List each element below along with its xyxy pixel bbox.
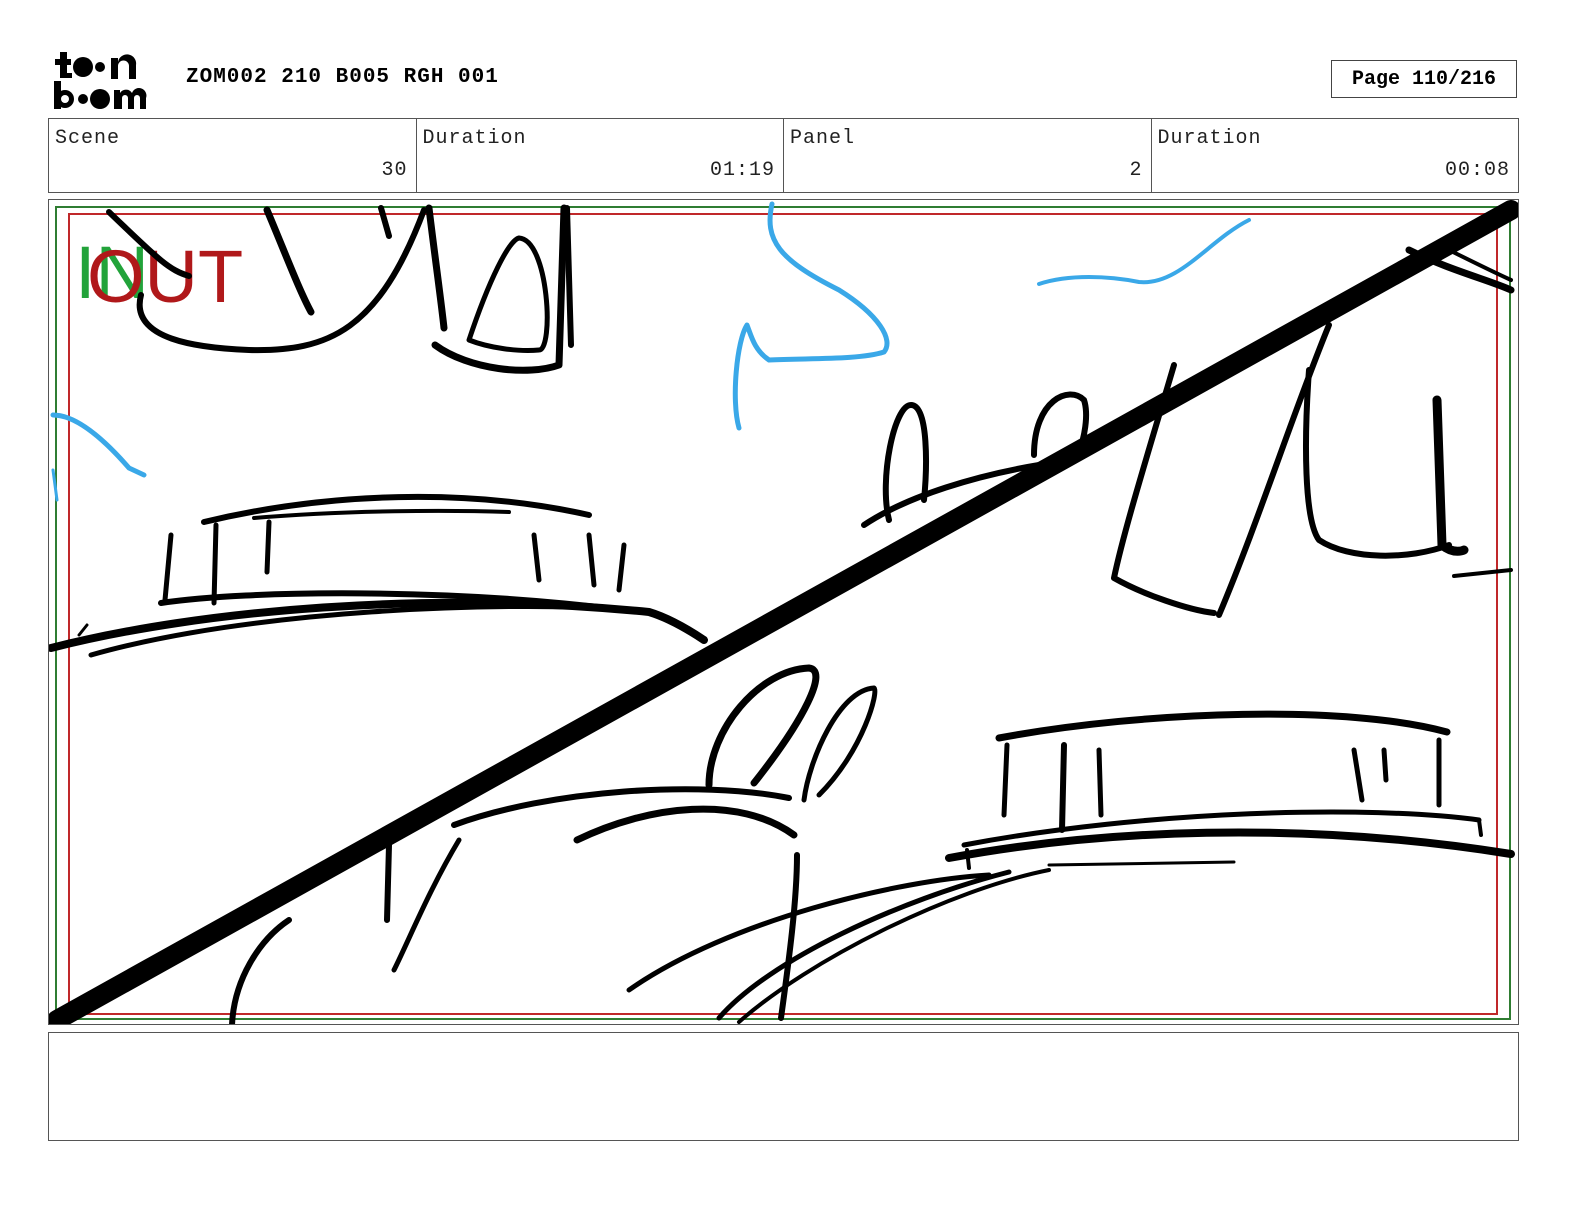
panel-label: Panel	[790, 127, 856, 150]
sketch-stroke	[586, 532, 597, 588]
sketch-stroke	[616, 542, 627, 593]
panel-duration-cell: Duration 00:08	[1152, 119, 1519, 192]
sketch-stroke	[263, 206, 315, 316]
sketch-stroke	[1096, 747, 1104, 818]
sketch-stroke	[77, 623, 89, 637]
sketch-stroke	[264, 519, 272, 575]
sketch-stroke	[945, 828, 1515, 862]
sketch-stroke	[1477, 818, 1483, 837]
sketch-stroke	[252, 508, 511, 520]
sketch-stroke	[384, 842, 392, 923]
sketch-stroke	[88, 603, 642, 658]
sketch-stroke	[1452, 568, 1513, 578]
sketch-stroke	[425, 204, 448, 332]
sketch-stroke	[564, 205, 574, 348]
caption-box	[48, 1032, 1519, 1141]
sketch-stroke	[1381, 747, 1389, 783]
scene-duration-value: 01:19	[709, 159, 775, 182]
sketch-stroke	[391, 837, 462, 973]
sketch-stroke	[1303, 367, 1452, 559]
panel-value: 2	[1129, 159, 1143, 182]
sketch-stroke	[801, 685, 878, 803]
panel-info-row: Scene 30 Duration 01:19 Panel 2 Duration…	[48, 118, 1519, 193]
scene-cell: Scene 30	[49, 119, 417, 192]
sketch-stroke	[778, 852, 800, 1021]
scene-value: 30	[381, 159, 408, 182]
storyboard-panel: IN OUT	[48, 199, 1519, 1025]
sketch-stroke	[1031, 391, 1090, 458]
sketch-stroke	[1432, 395, 1469, 556]
scene-duration-cell: Duration 01:19	[417, 119, 784, 192]
panel-duration-value: 00:08	[1444, 159, 1510, 182]
sketch-stroke	[211, 522, 219, 606]
sketch-stroke	[1047, 860, 1236, 867]
out-marker: OUT	[87, 235, 243, 318]
sketch-stroke	[378, 205, 392, 239]
sketch-stroke	[705, 664, 820, 789]
sketch-stroke	[995, 710, 1451, 742]
sketch-stroke	[1111, 362, 1217, 616]
blue-sketch-line	[50, 412, 147, 478]
page-indicator: Page 110/216	[1331, 60, 1517, 98]
toon-boom-logo	[52, 50, 164, 112]
blue-sketch-line	[1037, 218, 1251, 286]
sketch-stroke	[162, 532, 174, 603]
sketch-stroke	[573, 805, 798, 844]
project-title: ZOM002 210 B005 RGH 001	[186, 66, 499, 89]
scene-label: Scene	[55, 127, 121, 150]
sketch-stroke	[466, 235, 550, 353]
sketch-stroke	[229, 917, 292, 1024]
scene-duration-label: Duration	[422, 127, 527, 150]
panel-duration-label: Duration	[1157, 127, 1262, 150]
blue-sketch-line	[732, 201, 890, 431]
panel-cell: Panel 2	[784, 119, 1152, 192]
sketch-stroke	[1351, 747, 1365, 803]
page-label: Page 110/216	[1351, 67, 1497, 91]
sketch-stroke	[1059, 742, 1067, 833]
sketch-stroke	[1001, 742, 1010, 818]
sketch-stroke	[531, 532, 542, 583]
panel-sketch: IN OUT	[49, 200, 1518, 1024]
sketch-stroke	[965, 848, 971, 870]
